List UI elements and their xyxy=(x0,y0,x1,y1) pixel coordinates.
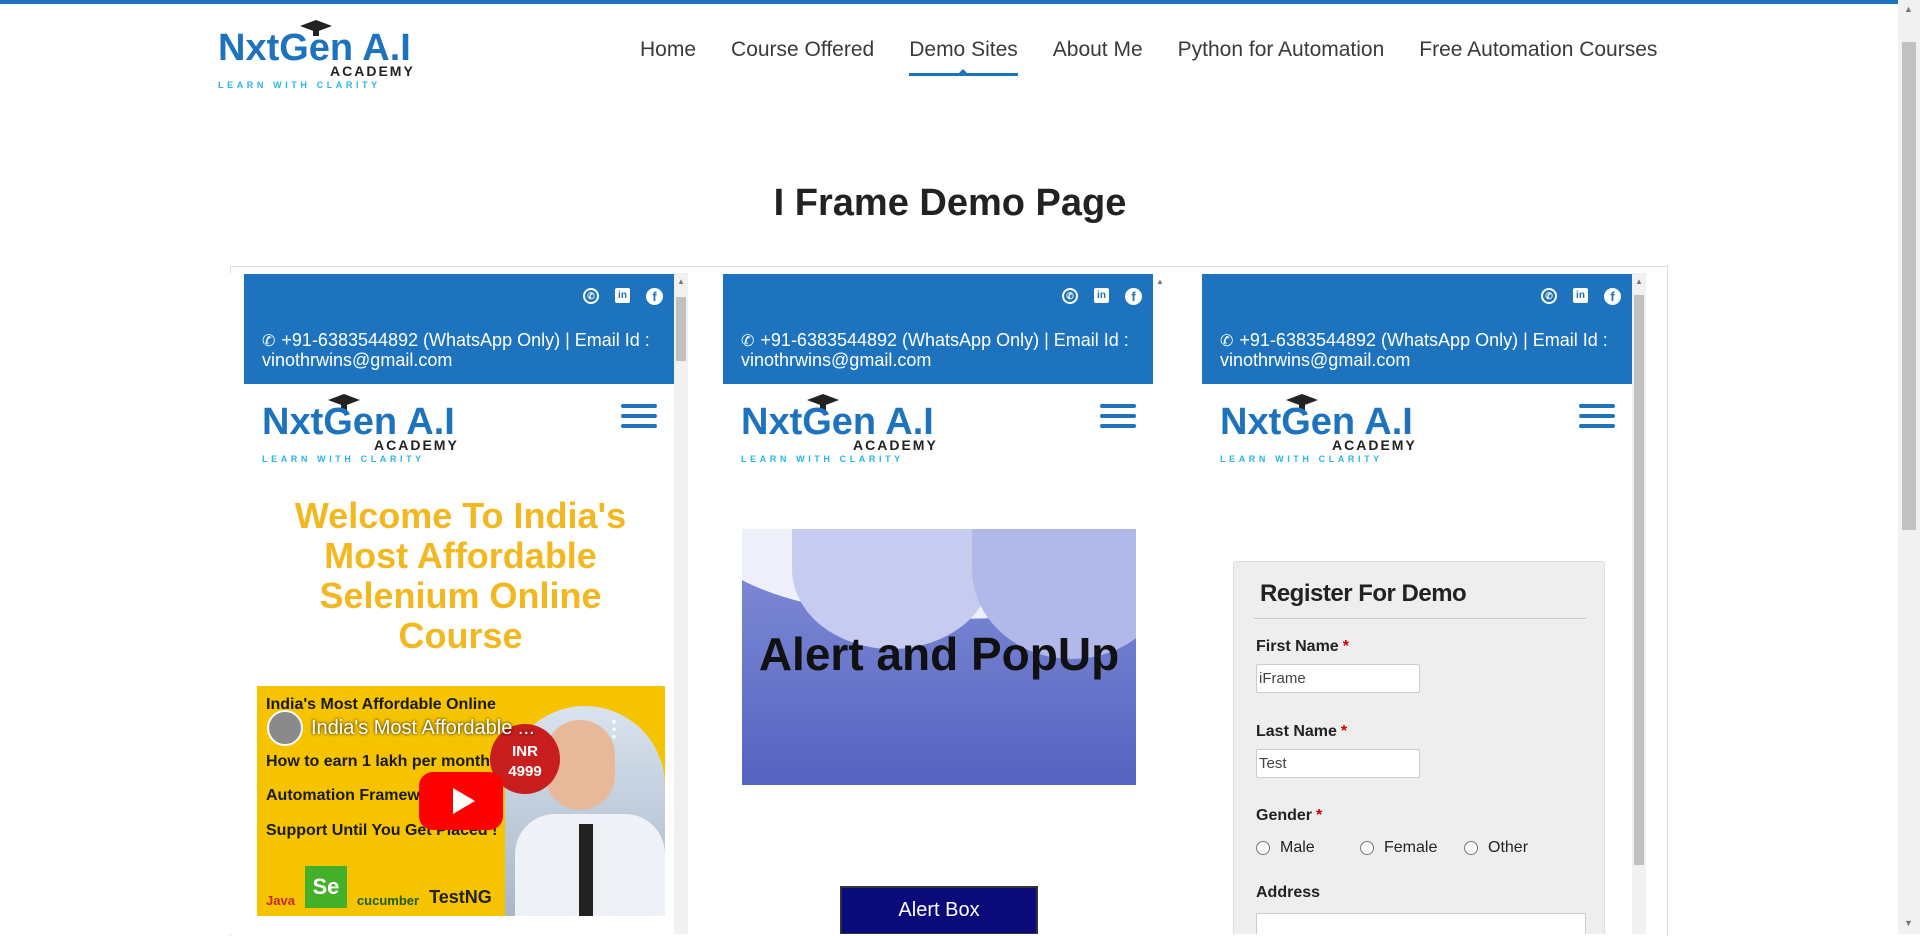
contact-info: ✆ +91-6383544892 (WhatsApp Only) | Email … xyxy=(1220,331,1621,369)
iframe-logo-sub: ACADEMY xyxy=(853,437,938,453)
form-divider xyxy=(1254,618,1586,619)
iframe-logo-sub: ACADEMY xyxy=(1332,437,1417,453)
nav-about-me[interactable]: About Me xyxy=(1053,38,1143,76)
iframe-logo[interactable]: NxtGen A.I ACADEMY LEARN WITH CLARITY xyxy=(741,394,941,464)
video-title: India's Most Affordable ... xyxy=(311,716,535,739)
nav-home[interactable]: Home xyxy=(640,38,696,76)
linkedin-icon[interactable]: in xyxy=(615,288,630,303)
iframe-logo-sub: ACADEMY xyxy=(374,437,459,453)
banner-title: Alert and PopUp xyxy=(758,628,1120,680)
iframe-logo-tagline: LEARN WITH CLARITY xyxy=(262,454,425,464)
address-field[interactable] xyxy=(1256,913,1586,934)
contact-text: +91-6383544892 (WhatsApp Only) | Email I… xyxy=(741,330,1129,370)
phone-icon: ✆ xyxy=(262,333,276,350)
contact-text: +91-6383544892 (WhatsApp Only) | Email I… xyxy=(262,330,650,370)
whatsapp-icon[interactable]: ✆ xyxy=(1541,288,1557,304)
contact-bar: ✆ in f ✆ +91-6383544892 (WhatsApp Only) |… xyxy=(723,274,1156,384)
page-scrollbar[interactable]: ▲ ▼ xyxy=(1898,0,1920,934)
play-button-icon[interactable] xyxy=(419,772,503,830)
whatsapp-icon[interactable]: ✆ xyxy=(1062,288,1078,304)
site-header: NxtGen A.I ACADEMY LEARN WITH CLARITY Ho… xyxy=(0,4,1900,94)
gender-female-radio[interactable]: Female xyxy=(1360,839,1437,857)
iframe-1[interactable]: ✆ in f ✆ +91-6383544892 (WhatsApp Only) |… xyxy=(230,273,688,934)
iframe-logo[interactable]: NxtGen A.I ACADEMY LEARN WITH CLARITY xyxy=(262,394,462,464)
contact-bar: ✆ in f ✆ +91-6383544892 (WhatsApp Only) |… xyxy=(244,274,677,384)
nav-course-offered[interactable]: Course Offered xyxy=(731,38,874,76)
scroll-down-icon[interactable]: ▼ xyxy=(1904,918,1913,928)
gender-male-radio[interactable]: Male xyxy=(1256,839,1315,857)
first-name-label: First Name * xyxy=(1256,638,1349,655)
iframe-2-document: ✆ in f ✆ +91-6383544892 (WhatsApp Only) |… xyxy=(723,274,1156,934)
video-line-3: Automation Framework xyxy=(266,787,445,804)
testng-logo: TestNG xyxy=(429,887,492,907)
facebook-icon[interactable]: f xyxy=(1604,288,1621,305)
logo-sub-text: ACADEMY xyxy=(330,63,415,79)
gender-label: Gender * xyxy=(1256,807,1323,824)
iframe-1-document: ✆ in f ✆ +91-6383544892 (WhatsApp Only) |… xyxy=(244,274,677,934)
iframe-1-scrollbar[interactable]: ▲ xyxy=(674,273,688,934)
register-form: Register For Demo First Name * iFrame Las… xyxy=(1233,561,1605,934)
contact-text: +91-6383544892 (WhatsApp Only) | Email I… xyxy=(1220,330,1608,370)
nav-python-for-automation[interactable]: Python for Automation xyxy=(1178,38,1385,76)
hamburger-menu-icon[interactable] xyxy=(1100,404,1136,432)
iframe-logo-tagline: LEARN WITH CLARITY xyxy=(1220,454,1383,464)
page-scrollbar-thumb[interactable] xyxy=(1902,42,1916,530)
last-name-field[interactable]: Test xyxy=(1256,749,1420,778)
main-nav: Home Course Offered Demo Sites About Me … xyxy=(640,38,1657,76)
iframe-logo-tagline: LEARN WITH CLARITY xyxy=(741,454,904,464)
iframe-2[interactable]: ✆ in f ✆ +91-6383544892 (WhatsApp Only) |… xyxy=(709,273,1167,934)
page-title: I Frame Demo Page xyxy=(773,182,1127,224)
logo-tagline: LEARN WITH CLARITY xyxy=(218,80,381,90)
alert-box-button[interactable]: Alert Box xyxy=(840,886,1038,934)
scroll-up-icon[interactable]: ▲ xyxy=(1156,277,1164,286)
java-logo: Java xyxy=(266,893,295,908)
iframe-3-document: ✆ in f ✆ +91-6383544892 (WhatsApp Only) |… xyxy=(1202,274,1635,934)
contact-info: ✆ +91-6383544892 (WhatsApp Only) | Email … xyxy=(741,331,1142,369)
welcome-heading: Welcome To India's Most Affordable Selen… xyxy=(294,495,627,656)
nav-demo-sites[interactable]: Demo Sites xyxy=(909,38,1018,76)
phone-icon: ✆ xyxy=(1220,333,1234,350)
tech-logos: Java Se cucumber TestNG xyxy=(266,866,492,908)
facebook-icon[interactable]: f xyxy=(1125,288,1142,305)
channel-avatar[interactable] xyxy=(267,710,303,746)
iframe-2-scrollbar[interactable]: ▲ xyxy=(1153,273,1167,934)
video-line-2: How to earn 1 lakh per month? xyxy=(266,753,500,770)
contact-info: ✆ +91-6383544892 (WhatsApp Only) | Email … xyxy=(262,331,663,369)
last-name-label: Last Name * xyxy=(1256,723,1348,740)
linkedin-icon[interactable]: in xyxy=(1094,288,1109,303)
facebook-icon[interactable]: f xyxy=(646,288,663,305)
video-title-bar[interactable]: India's Most Affordable ... xyxy=(267,708,625,748)
iframe-3-scroll-thumb[interactable] xyxy=(1634,295,1644,865)
nav-free-automation-courses[interactable]: Free Automation Courses xyxy=(1419,38,1657,76)
first-name-field[interactable]: iFrame xyxy=(1256,664,1420,693)
hamburger-menu-icon[interactable] xyxy=(621,404,657,432)
youtube-video[interactable]: India's Most Affordable Online How to ea… xyxy=(257,686,665,916)
iframe-1-scroll-thumb[interactable] xyxy=(676,297,686,361)
gender-other-radio[interactable]: Other xyxy=(1464,839,1528,857)
whatsapp-icon[interactable]: ✆ xyxy=(583,288,599,304)
hamburger-menu-icon[interactable] xyxy=(1579,404,1615,432)
more-options-icon[interactable]: ⋮ xyxy=(603,716,625,742)
iframe-logo[interactable]: NxtGen A.I ACADEMY LEARN WITH CLARITY xyxy=(1220,394,1420,464)
site-logo[interactable]: NxtGen A.I ACADEMY LEARN WITH CLARITY xyxy=(218,20,418,90)
iframe-3-scrollbar[interactable]: ▲ xyxy=(1632,273,1646,934)
form-title: Register For Demo xyxy=(1260,580,1467,607)
scroll-up-icon[interactable]: ▲ xyxy=(1904,4,1913,14)
contact-bar: ✆ in f ✆ +91-6383544892 (WhatsApp Only) |… xyxy=(1202,274,1635,384)
alert-popup-banner: Alert and PopUp xyxy=(742,529,1136,785)
selenium-logo: Se xyxy=(304,866,347,908)
cucumber-logo: cucumber xyxy=(356,893,420,908)
scroll-up-icon[interactable]: ▲ xyxy=(1635,277,1643,286)
phone-icon: ✆ xyxy=(741,333,755,350)
scroll-up-icon[interactable]: ▲ xyxy=(677,277,685,286)
linkedin-icon[interactable]: in xyxy=(1573,288,1588,303)
iframe-3[interactable]: ✆ in f ✆ +91-6383544892 (WhatsApp Only) |… xyxy=(1188,273,1646,934)
address-label: Address xyxy=(1256,884,1321,901)
